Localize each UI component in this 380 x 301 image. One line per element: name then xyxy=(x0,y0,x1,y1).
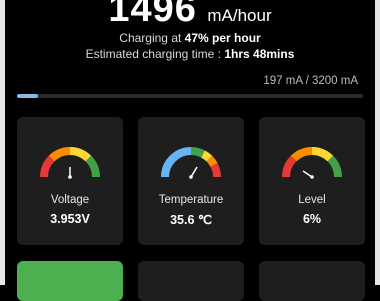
bottom-card-1[interactable] xyxy=(17,261,123,301)
capacity-text: 197 mA / 3200 mA xyxy=(263,75,358,87)
capacity-progress-fill xyxy=(17,94,38,98)
temperature-value: 35.6 ℃ xyxy=(170,213,212,227)
charging-percent-line: Charging at 47% per hour xyxy=(0,31,380,45)
estimate-value: 1hrs 48mins xyxy=(224,47,295,61)
temperature-label: Temperature xyxy=(158,194,224,206)
charging-prefix: Charging at xyxy=(119,31,182,45)
rate-value: 1496 xyxy=(108,0,197,30)
voltage-gauge-icon xyxy=(40,147,100,179)
voltage-card[interactable]: Voltage 3.953V xyxy=(17,117,123,245)
temperature-card[interactable]: Temperature 35.6 ℃ xyxy=(138,117,244,245)
voltage-value: 3.953V xyxy=(50,212,90,226)
level-value: 6% xyxy=(302,212,322,226)
rate-unit: mA/hour xyxy=(207,6,272,25)
temperature-gauge-icon xyxy=(161,147,221,179)
estimated-time-line: Estimated charging time : 1hrs 48mins xyxy=(0,47,380,61)
level-gauge-icon xyxy=(282,147,342,179)
level-label: Level xyxy=(298,194,326,206)
voltage-label: Voltage xyxy=(50,194,90,206)
estimate-prefix: Estimated charging time : xyxy=(85,47,221,61)
level-card[interactable]: Level 6% xyxy=(259,117,365,245)
bottom-card-3[interactable] xyxy=(259,261,365,301)
capacity-progress-bar xyxy=(17,94,363,98)
charging-value: 47% per hour xyxy=(184,31,261,45)
bottom-card-2[interactable] xyxy=(138,261,244,301)
charging-rate: 1496 mA/hour xyxy=(0,0,380,31)
